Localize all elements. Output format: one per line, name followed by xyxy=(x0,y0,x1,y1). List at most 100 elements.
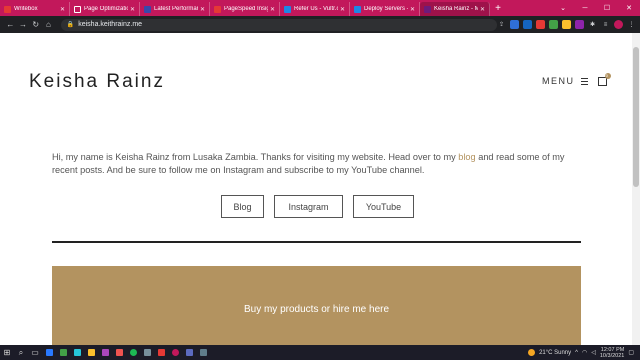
app-icon[interactable] xyxy=(154,345,168,360)
blog-link[interactable]: blog xyxy=(458,152,475,162)
search-icon[interactable]: ⌕ xyxy=(14,345,28,360)
tab-pagespeed-insights[interactable]: PageSpeed Insigh✕ xyxy=(210,2,280,16)
extension-icon[interactable] xyxy=(575,20,584,29)
back-icon[interactable]: ← xyxy=(4,20,17,29)
chrome-icon[interactable] xyxy=(168,345,182,360)
maximize-icon[interactable]: ☐ xyxy=(596,4,618,12)
web-page: Keisha Rainz MENU 0 Hi, my name is Keish… xyxy=(0,33,632,345)
tab-writebox[interactable]: Writebox ✕ xyxy=(0,2,70,16)
tab-favicon-icon xyxy=(4,5,11,13)
tab-label: Page Optimizatio xyxy=(84,6,128,12)
close-icon[interactable]: ✕ xyxy=(340,6,345,13)
tab-favicon-icon xyxy=(74,5,81,13)
clock[interactable]: 12:07 PM 10/3/2021 xyxy=(600,347,624,359)
notification-icon[interactable]: ▢ xyxy=(628,349,634,356)
tab-favicon-icon xyxy=(214,5,221,13)
tab-favicon-icon xyxy=(284,5,291,13)
instagram-button[interactable]: Instagram xyxy=(274,195,343,218)
menu-label: MENU xyxy=(542,76,575,86)
tab-label: Refer Us - Vultr.c xyxy=(294,6,338,12)
lock-icon[interactable]: 🔒 xyxy=(67,21,74,28)
app-icon[interactable] xyxy=(98,345,112,360)
close-icon[interactable]: ✕ xyxy=(130,6,135,13)
extension-icon[interactable] xyxy=(510,20,519,29)
cart-badge: 0 xyxy=(604,72,611,79)
intro-text-start: Hi, my name is Keisha Rainz from Lusaka … xyxy=(52,152,459,162)
app-icon[interactable] xyxy=(112,345,126,360)
reload-icon[interactable]: ↻ xyxy=(29,20,42,29)
app-icon[interactable] xyxy=(140,345,154,360)
weather-text[interactable]: 21°C Sunny xyxy=(539,350,571,356)
tab-keisha-rainz[interactable]: Keisha Rainz - M ✕ xyxy=(420,2,490,16)
site-title[interactable]: Keisha Rainz xyxy=(29,71,165,93)
tab-favicon-icon xyxy=(144,5,151,13)
tab-label: Writebox xyxy=(14,6,38,12)
browser-tab-strip: Writebox ✕ Page Optimizatio ✕ Latest Perfo… xyxy=(0,0,640,16)
window-controls: ⌄ ─ ☐ ✕ xyxy=(552,0,640,16)
address-bar[interactable]: 🔒 keisha.keithrainz.me xyxy=(60,18,497,31)
app-icon[interactable] xyxy=(56,345,70,360)
extension-icon[interactable] xyxy=(562,20,571,29)
cta-text: Buy my products or hire me here xyxy=(243,304,390,315)
browser-toolbar: ← → ↻ ⌂ 🔒 keisha.keithrainz.me ⇪ ✱ ≡ ⋮ xyxy=(0,16,640,33)
tab-refer-us-vultr[interactable]: Refer Us - Vultr.c ✕ xyxy=(280,2,350,16)
task-view-icon[interactable]: ▭ xyxy=(28,345,42,360)
file-explorer-icon[interactable] xyxy=(84,345,98,360)
tab-search-icon[interactable]: ⌄ xyxy=(552,4,574,12)
chevron-up-icon[interactable]: ^ xyxy=(575,350,578,356)
tab-label: Deploy Servers - xyxy=(364,6,408,12)
new-tab-button[interactable]: + xyxy=(490,2,506,16)
tab-label: PageSpeed Insigh xyxy=(224,6,268,12)
clock-time: 12:07 PM xyxy=(600,346,625,353)
tab-deploy-servers[interactable]: Deploy Servers - ✕ xyxy=(350,2,420,16)
tab-page-optimization[interactable]: Page Optimizatio ✕ xyxy=(70,2,140,16)
menu-button[interactable]: MENU 0 xyxy=(542,72,611,86)
close-icon[interactable]: ✕ xyxy=(270,6,275,13)
weather-sun-icon[interactable] xyxy=(528,349,536,356)
blog-button[interactable]: Blog xyxy=(221,195,264,218)
spotify-icon[interactable] xyxy=(126,345,140,360)
windows-start-icon[interactable]: ⊞ xyxy=(0,345,14,360)
cta-banner[interactable]: Buy my products or hire me here xyxy=(52,266,581,345)
app-icon[interactable] xyxy=(70,345,84,360)
tab-label: Latest Performan xyxy=(154,6,198,12)
section-divider xyxy=(52,241,581,243)
tab-latest-performance[interactable]: Latest Performan ✕ xyxy=(140,2,210,16)
extension-icon[interactable] xyxy=(523,20,532,29)
close-icon[interactable]: ✕ xyxy=(200,6,205,13)
forward-icon[interactable]: → xyxy=(17,20,30,29)
wifi-icon[interactable]: ◠ xyxy=(582,349,587,356)
youtube-button[interactable]: YouTube xyxy=(353,195,414,218)
tab-favicon-icon xyxy=(424,5,431,13)
cart-icon[interactable]: 0 xyxy=(597,72,611,86)
url-text: keisha.keithrainz.me xyxy=(78,21,143,28)
system-tray: 21°C Sunny ^ ◠ ◁ 12:07 PM 10/3/2021 ▢ xyxy=(528,347,640,359)
minimize-icon[interactable]: ─ xyxy=(574,5,596,12)
extension-icon[interactable] xyxy=(549,20,558,29)
intro-paragraph: Hi, my name is Keisha Rainz from Lusaka … xyxy=(52,151,582,177)
reading-list-icon[interactable]: ≡ xyxy=(601,20,610,29)
close-window-icon[interactable]: ✕ xyxy=(618,4,640,12)
hamburger-icon xyxy=(580,77,588,85)
extension-icon[interactable] xyxy=(536,20,545,29)
home-icon[interactable]: ⌂ xyxy=(42,20,55,29)
app-icon[interactable] xyxy=(182,345,196,360)
kebab-menu-icon[interactable]: ⋮ xyxy=(627,20,636,29)
page-scrollbar[interactable] xyxy=(632,33,640,345)
close-icon[interactable]: ✕ xyxy=(410,6,415,13)
tab-label: Keisha Rainz - M xyxy=(434,6,478,12)
app-icon[interactable] xyxy=(196,345,210,360)
taskbar: ⊞ ⌕ ▭ 21°C Sunny ^ ◠ ◁ 12:07 PM 10/3/202… xyxy=(0,345,640,360)
profile-avatar-icon[interactable] xyxy=(614,20,623,29)
puzzle-icon[interactable]: ✱ xyxy=(588,20,597,29)
store-icon[interactable] xyxy=(42,345,56,360)
share-icon[interactable]: ⇪ xyxy=(497,20,506,29)
social-button-row: Blog Instagram YouTube xyxy=(221,195,414,218)
close-icon[interactable]: ✕ xyxy=(60,6,65,13)
scrollbar-thumb[interactable] xyxy=(633,47,639,187)
tab-favicon-icon xyxy=(354,5,361,13)
close-icon[interactable]: ✕ xyxy=(480,6,485,13)
clock-date: 10/3/2021 xyxy=(599,352,625,359)
extension-icons: ⇪ ✱ ≡ ⋮ xyxy=(497,20,636,29)
volume-icon[interactable]: ◁ xyxy=(591,349,596,356)
